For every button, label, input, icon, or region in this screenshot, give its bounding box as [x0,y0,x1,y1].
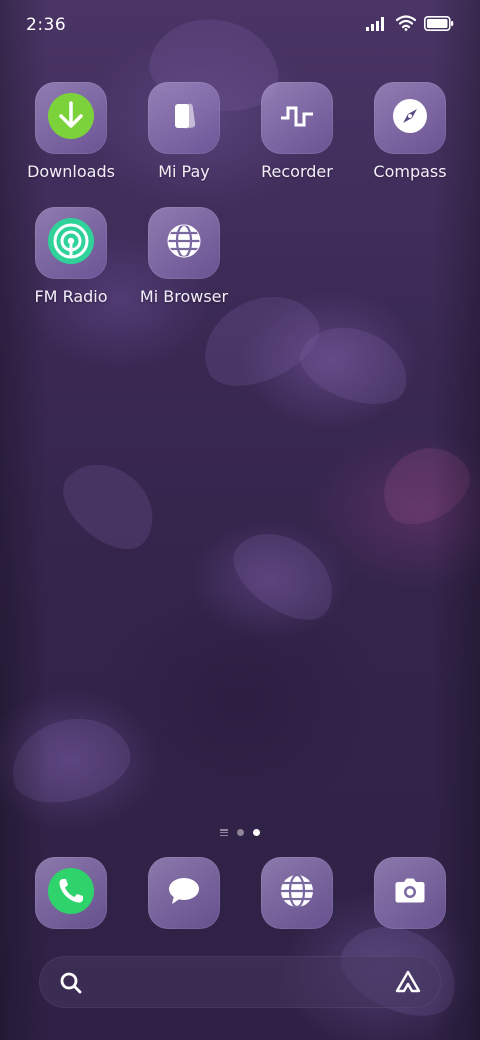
app-compass[interactable]: Compass [354,82,466,181]
app-icon-tile[interactable] [35,82,107,154]
globe-icon [164,221,204,265]
app-label: Mi Pay [158,162,210,181]
wallpaper-petal [219,514,351,636]
assistant-icon[interactable] [395,970,421,998]
app-label: Recorder [261,162,333,181]
waveform-icon [277,96,317,140]
app-label: Mi Browser [139,287,229,306]
app-icon-tile[interactable] [261,857,333,929]
home-screen: 2:36 Downloads Mi Pay Recorder Compass F… [0,0,480,1040]
status-bar: 2:36 [0,0,480,52]
status-icons [366,15,454,35]
dock-phone[interactable] [35,857,107,929]
dock-camera[interactable] [374,857,446,929]
status-time: 2:36 [26,15,67,35]
globe-icon [277,871,317,915]
app-icon-tile[interactable] [374,82,446,154]
app-icon-tile[interactable] [374,857,446,929]
dock-messages[interactable] [148,857,220,929]
app-icon-tile[interactable] [148,857,220,929]
app-label: Downloads [27,162,115,181]
card-icon [164,96,204,140]
app-icon-tile[interactable] [261,82,333,154]
page-indicator[interactable] [0,829,480,836]
radio-broadcast-icon [47,217,95,269]
app-icon-tile[interactable] [35,857,107,929]
wallpaper-petal [1,705,139,815]
app-fm-radio[interactable]: FM Radio [15,207,127,306]
download-arrow-icon [47,92,95,144]
compass-icon [390,96,430,140]
search-icon[interactable] [59,971,83,999]
app-icon-tile[interactable] [148,82,220,154]
page-dot-active [253,829,260,836]
camera-icon [390,871,430,915]
wallpaper-petal [49,446,171,564]
wifi-icon [395,15,417,35]
battery-icon [424,15,454,35]
app-mi-browser[interactable]: Mi Browser [128,207,240,306]
app-icon-tile[interactable] [148,207,220,279]
signal-icon [366,16,388,35]
search-bar[interactable] [39,956,441,1008]
app-mi-pay[interactable]: Mi Pay [128,82,240,181]
wallpaper-petal [368,432,480,538]
app-downloads[interactable]: Downloads [15,82,127,181]
phone-icon [47,867,95,919]
message-bubble-icon [164,871,204,915]
page-dot [237,829,244,836]
app-icon-tile[interactable] [35,207,107,279]
app-drawer-lines-icon [220,829,228,836]
app-label: Compass [373,162,447,181]
app-recorder[interactable]: Recorder [241,82,353,181]
dock-browser[interactable] [261,857,333,929]
app-label: FM Radio [34,287,108,306]
